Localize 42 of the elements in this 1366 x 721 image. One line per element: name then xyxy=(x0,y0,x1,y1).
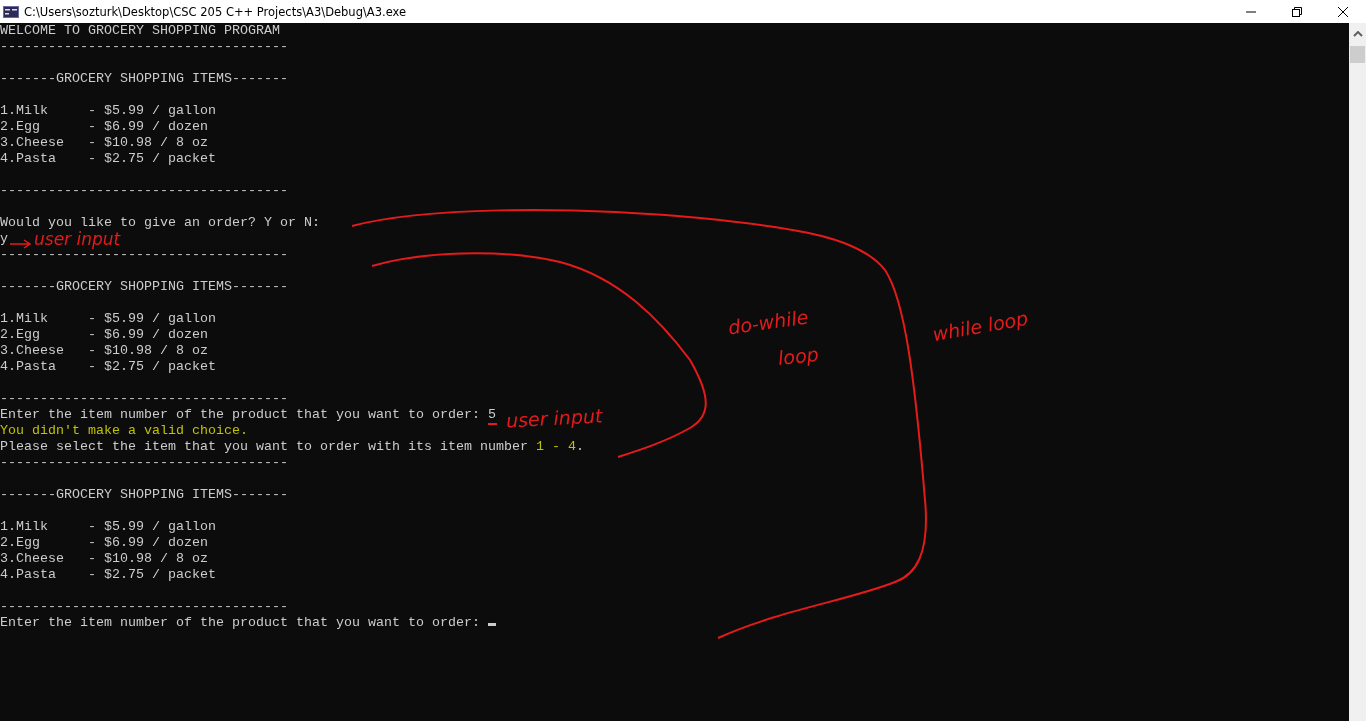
console-line: 2.Egg - $6.99 / dozen xyxy=(0,327,208,343)
close-icon xyxy=(1337,5,1349,18)
console-line: 1.Milk - $5.99 / gallon xyxy=(0,103,216,119)
annotation-arrow xyxy=(9,239,32,249)
console-line: -------GROCERY SHOPPING ITEMS------- xyxy=(0,487,288,503)
console-line: 4.Pasta - $2.75 / packet xyxy=(0,567,216,583)
handwritten-note: loop xyxy=(776,342,820,370)
console-line: 1.Milk - $5.99 / gallon xyxy=(0,311,216,327)
console-line: ------------------------------------ xyxy=(0,391,288,407)
scroll-thumb[interactable] xyxy=(1350,46,1365,63)
console-line: Please select the item that you want to order with its item number 1 - 4. xyxy=(0,439,584,455)
handwritten-note: user input xyxy=(505,404,603,432)
console-line: WELCOME TO GROCERY SHOPPING PROGRAM xyxy=(0,23,280,39)
console-icon xyxy=(3,5,19,18)
handwritten-note: user input xyxy=(34,231,121,247)
console-line: 4.Pasta - $2.75 / packet xyxy=(0,151,216,167)
console-line: 3.Cheese - $10.98 / 8 oz xyxy=(0,551,208,567)
console-line: 2.Egg - $6.99 / dozen xyxy=(0,119,208,135)
console-line: Enter the item number of the product that you want to order: 5 xyxy=(0,407,496,423)
console-line: ------------------------------------ xyxy=(0,39,288,55)
scroll-up-icon[interactable] xyxy=(1352,31,1363,37)
console-line: ------------------------------------ xyxy=(0,599,288,615)
console-line: 2.Egg - $6.99 / dozen xyxy=(0,535,208,551)
console-line: 3.Cheese - $10.98 / 8 oz xyxy=(0,135,208,151)
console-line: 3.Cheese - $10.98 / 8 oz xyxy=(0,343,208,359)
console-line: -------GROCERY SHOPPING ITEMS------- xyxy=(0,279,288,295)
window-title: C:\Users\sozturk\Desktop\CSC 205 C++ Projects\A3\Debug\A3.exe xyxy=(24,4,407,19)
handwritten-note: do-while xyxy=(726,305,810,339)
console-line: -------GROCERY SHOPPING ITEMS------- xyxy=(0,71,288,87)
restore-icon xyxy=(1291,5,1303,18)
console-line: 4.Pasta - $2.75 / packet xyxy=(0,359,216,375)
handwritten-note: while loop xyxy=(930,306,1030,346)
console-line: You didn't make a valid choice. xyxy=(0,423,248,439)
scrollbar[interactable] xyxy=(1349,23,1366,721)
console-line: y xyxy=(0,231,8,247)
annotation-underline xyxy=(487,423,498,425)
console-line: Would you like to give an order? Y or N: xyxy=(0,215,320,231)
console-line: ------------------------------------ xyxy=(0,455,288,471)
text-cursor xyxy=(487,623,496,626)
console-line: ------------------------------------ xyxy=(0,183,288,199)
console-line: 1.Milk - $5.99 / gallon xyxy=(0,519,216,535)
console-line: Enter the item number of the product that you want to order: xyxy=(0,615,496,631)
